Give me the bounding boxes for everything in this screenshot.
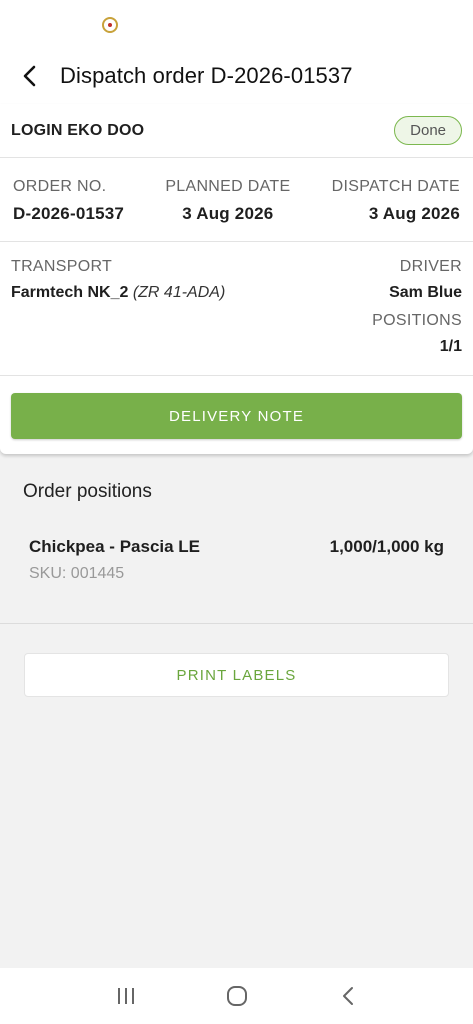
back-icon xyxy=(342,987,353,1005)
divider xyxy=(0,623,473,624)
planned-date-block: PLANNED DATE 3 Aug 2026 xyxy=(165,178,290,241)
transport-plate: (ZR 41-ADA) xyxy=(132,284,226,301)
recent-apps-button[interactable] xyxy=(106,976,146,1016)
planned-date-value: 3 Aug 2026 xyxy=(182,204,274,223)
dispatch-date-label: DISPATCH DATE xyxy=(331,178,460,195)
transport-block: TRANSPORT Farmtech NK_2 (ZR 41-ADA) xyxy=(11,258,225,375)
page-title: Dispatch order D-2026-01537 xyxy=(60,63,353,88)
status-badge: Done xyxy=(394,116,462,145)
transport-value: Farmtech NK_2 (ZR 41-ADA) xyxy=(11,284,225,302)
transport-name: Farmtech NK_2 xyxy=(11,284,129,301)
planned-date-label: PLANNED DATE xyxy=(165,178,291,195)
print-labels-button[interactable]: PRINT LABELS xyxy=(24,653,449,697)
home-icon xyxy=(226,986,247,1006)
dates-row: ORDER NO. D-2026-01537 PLANNED DATE 3 Au… xyxy=(0,158,473,242)
home-button[interactable] xyxy=(217,976,257,1016)
positions-label: POSITIONS xyxy=(372,312,462,329)
transport-label: TRANSPORT xyxy=(11,258,113,275)
recent-apps-icon xyxy=(117,988,134,1004)
system-nav-bar xyxy=(0,968,473,1024)
order-positions-title: Order positions xyxy=(23,481,152,502)
positions-value: 1/1 xyxy=(439,338,462,355)
order-summary-card: LOGIN EKO DOO Done ORDER NO. D-2026-0153… xyxy=(0,104,473,454)
dispatch-date-value: 3 Aug 2026 xyxy=(368,204,460,223)
position-quantity: 1,000/1,000 kg xyxy=(329,537,444,556)
recording-icon xyxy=(102,17,118,33)
back-arrow-icon xyxy=(23,65,36,87)
back-button[interactable] xyxy=(0,48,60,104)
driver-block: DRIVER Sam Blue POSITIONS 1/1 xyxy=(372,258,462,375)
order-no-block: ORDER NO. D-2026-01537 xyxy=(13,178,124,241)
card-header: LOGIN EKO DOO Done xyxy=(0,104,473,158)
app-bar: Dispatch order D-2026-01537 xyxy=(0,48,473,104)
driver-label: DRIVER xyxy=(399,258,462,275)
list-item[interactable]: Chickpea - Pascia LE 1,000/1,000 kg SKU:… xyxy=(0,525,473,623)
status-bar xyxy=(0,0,473,48)
position-name: Chickpea - Pascia LE xyxy=(29,537,201,556)
position-sku: SKU: 001445 xyxy=(29,565,125,582)
order-no-value: D-2026-01537 xyxy=(13,204,125,223)
position-top-row: Chickpea - Pascia LE 1,000/1,000 kg xyxy=(29,537,444,557)
order-no-label: ORDER NO. xyxy=(13,178,107,195)
system-back-button[interactable] xyxy=(328,976,368,1016)
transport-row: TRANSPORT Farmtech NK_2 (ZR 41-ADA) DRIV… xyxy=(0,242,473,376)
delivery-note-button[interactable]: DELIVERY NOTE xyxy=(11,393,462,439)
driver-value: Sam Blue xyxy=(389,284,462,301)
dispatch-date-block: DISPATCH DATE 3 Aug 2026 xyxy=(332,178,460,241)
company-name: LOGIN EKO DOO xyxy=(11,121,145,139)
